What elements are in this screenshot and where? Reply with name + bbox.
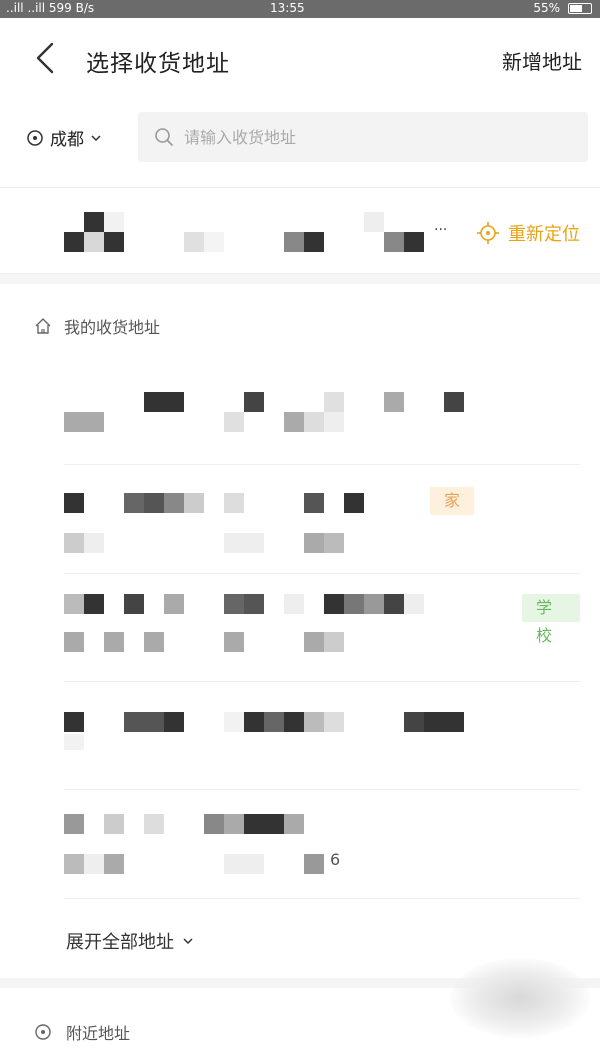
search-icon xyxy=(155,128,173,146)
network-speed: 599 B/s xyxy=(48,1,95,15)
blurred-address-detail xyxy=(64,854,124,874)
home-tag: 家 xyxy=(430,487,475,515)
location-pin-icon xyxy=(35,1024,51,1040)
ellipsis-text: ··· xyxy=(434,222,448,238)
section-gap xyxy=(0,274,600,284)
status-bar: ..ill ..ill 599 B/s 13:55 55% xyxy=(0,0,600,18)
city-selector[interactable]: 成都 xyxy=(26,125,102,150)
blurred-address-name xyxy=(244,392,264,412)
chevron-down-icon xyxy=(183,938,193,945)
blurred-address-name xyxy=(444,392,464,412)
blurred-address-name xyxy=(404,712,464,732)
nearby-title: 附近地址 xyxy=(66,1024,131,1043)
location-pin-icon xyxy=(27,129,43,146)
address-digit: 6 xyxy=(330,850,341,869)
blurred-address-name xyxy=(324,594,424,614)
blurred-address-name xyxy=(124,712,184,732)
school-tag: 学校 xyxy=(522,594,580,645)
expand-all-label: 展开全部地址 xyxy=(66,932,174,953)
address-item[interactable]: 学校 xyxy=(64,574,580,680)
relocate-label: 重新定位 xyxy=(508,224,580,245)
divider xyxy=(64,898,580,899)
blurred-address-detail xyxy=(64,632,164,652)
search-row: 成都 xyxy=(0,104,600,170)
blurred-location-text xyxy=(364,212,426,252)
current-location-row: ··· 重新定位 xyxy=(0,188,600,274)
blurred-address-name xyxy=(64,814,164,834)
expand-all-button[interactable]: 展开全部地址 xyxy=(66,928,194,954)
blurred-address-detail xyxy=(284,412,344,432)
blurred-address-detail xyxy=(224,533,264,553)
signal-indicator: ..ill ..ill 599 B/s xyxy=(6,1,94,15)
relocate-button[interactable]: 重新定位 xyxy=(476,220,580,246)
blurred-address-detail xyxy=(304,854,324,874)
header: 选择收货地址 新增地址 xyxy=(0,18,600,104)
blurred-floating-area xyxy=(450,958,590,1038)
blurred-address-name xyxy=(224,493,244,513)
blurred-address-detail xyxy=(224,632,244,652)
blurred-address-detail xyxy=(64,412,104,432)
new-address-button[interactable]: 新增地址 xyxy=(502,46,582,75)
city-name: 成都 xyxy=(50,130,84,150)
my-addresses-title: 我的收货地址 xyxy=(64,318,161,337)
blurred-address-name xyxy=(64,712,84,732)
blurred-address-detail xyxy=(224,854,264,874)
nearby-header: 附近地址 xyxy=(34,1020,130,1044)
battery-icon xyxy=(568,3,592,14)
address-item[interactable] xyxy=(64,682,580,788)
my-addresses-header: 我的收货地址 xyxy=(34,314,160,338)
crosshair-icon xyxy=(477,222,499,244)
address-item[interactable] xyxy=(64,380,580,464)
blurred-address-name xyxy=(224,594,304,614)
blurred-address-name xyxy=(324,392,404,412)
battery-percent: 55% xyxy=(533,1,560,15)
page-title: 选择收货地址 xyxy=(86,51,230,77)
blurred-address-name xyxy=(204,814,304,834)
blurred-address-name xyxy=(224,712,344,732)
blurred-address-name xyxy=(144,392,184,412)
back-button[interactable] xyxy=(28,38,68,78)
carrier-text: ..ill ..ill xyxy=(6,1,49,15)
blurred-address-detail xyxy=(64,533,104,553)
blurred-address-detail xyxy=(304,632,344,652)
chevron-left-icon xyxy=(36,42,54,74)
chevron-down-icon xyxy=(91,134,101,141)
clock: 13:55 xyxy=(270,1,305,15)
address-item[interactable]: 6 xyxy=(64,790,580,898)
blurred-address-name xyxy=(304,493,364,513)
blurred-location-text xyxy=(284,232,324,252)
blurred-location-text xyxy=(184,232,224,252)
address-item[interactable]: 家 xyxy=(64,465,580,573)
blurred-address-name xyxy=(124,493,204,513)
blurred-location-text xyxy=(64,212,126,252)
blurred-address-detail xyxy=(64,734,84,750)
search-box[interactable] xyxy=(138,112,588,162)
blurred-address-name xyxy=(64,594,184,614)
blurred-address-name xyxy=(64,493,84,513)
blurred-address-detail xyxy=(224,412,244,432)
home-icon xyxy=(35,318,51,334)
blurred-address-detail xyxy=(304,533,344,553)
search-input[interactable] xyxy=(184,127,564,147)
